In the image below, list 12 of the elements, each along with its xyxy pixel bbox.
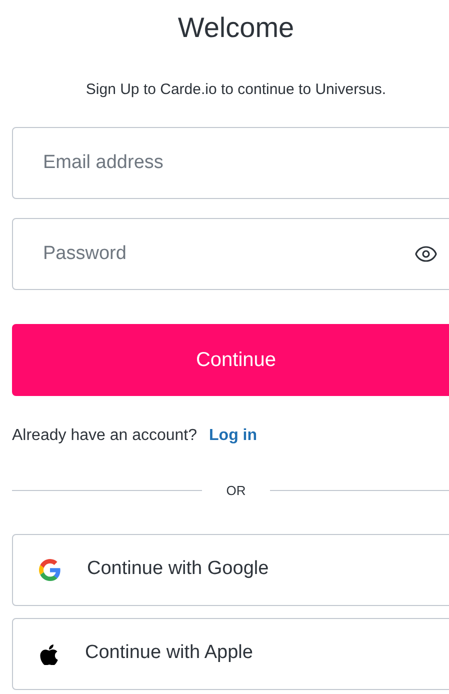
social-login-button[interactable]: Continue with Apple (12, 618, 449, 690)
continue-button[interactable]: Continue (12, 324, 449, 396)
or-divider-label: OR (225, 482, 247, 500)
login-prompt: Already have an account? (12, 426, 198, 446)
social-login-button[interactable]: Continue with Google (12, 534, 449, 606)
email-field[interactable]: Email address (12, 127, 449, 199)
google-logo-icon (39, 558, 61, 580)
login-link[interactable]: Log in (209, 424, 257, 448)
page-title: Welcome (176, 11, 296, 45)
password-field[interactable]: Password (12, 218, 449, 290)
apple-logo-icon (39, 642, 59, 664)
subtitle: Sign Up to Carde.io to continue to Universus. (84, 80, 388, 100)
